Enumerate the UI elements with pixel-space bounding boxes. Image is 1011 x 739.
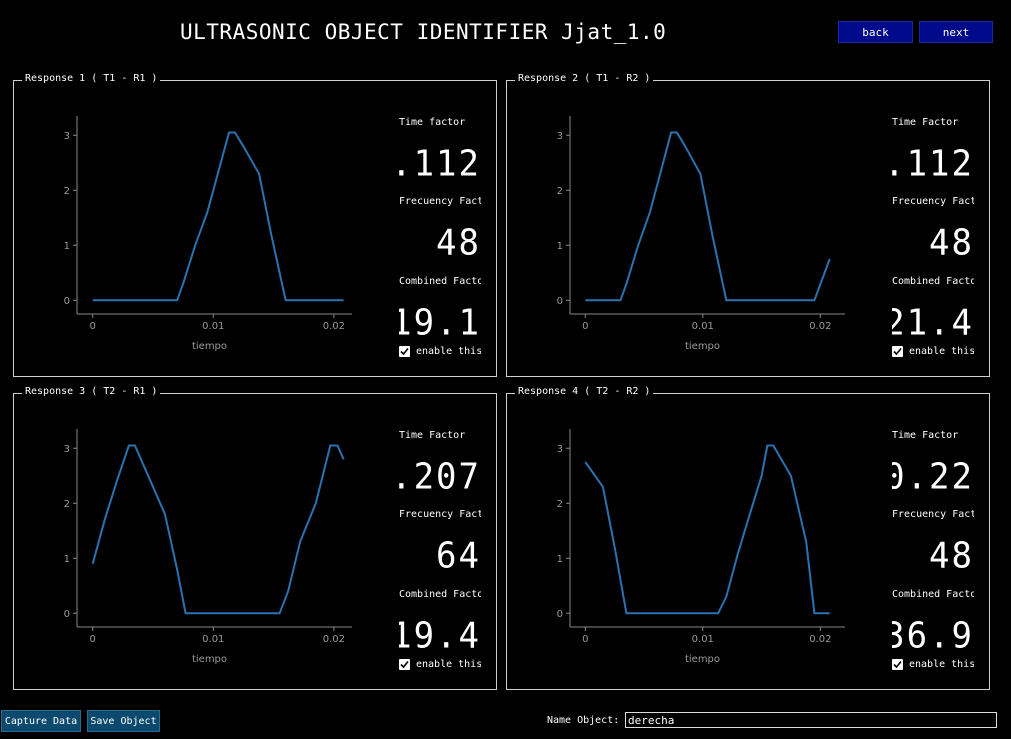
app-title: ULTRASONIC OBJECT IDENTIFIER Jjat_1.0	[180, 20, 667, 44]
factor-readouts: Time Factor 0.22 Frecuency Factor 48 Com…	[892, 394, 974, 689]
time-factor-display: 0.112	[892, 145, 974, 183]
x-tick-label: 0.01	[202, 634, 224, 645]
enable-checkbox-row[interactable]: enable this	[892, 659, 974, 670]
time-factor-display: 0.112	[399, 145, 481, 183]
combined-factor-display: 321.4	[892, 304, 974, 342]
enable-checkbox-row[interactable]: enable this	[399, 659, 481, 670]
y-tick-label: 1	[64, 554, 70, 565]
check-icon	[400, 660, 409, 669]
save-object-button[interactable]: Save Object	[87, 710, 160, 732]
enable-checkbox[interactable]	[892, 659, 903, 670]
y-tick-label: 2	[557, 499, 563, 510]
x-tick-label: 0.01	[202, 321, 224, 332]
time-factor-label: Time Factor	[892, 430, 959, 441]
x-tick-label: 0.02	[323, 321, 345, 332]
next-button[interactable]: next	[919, 21, 993, 43]
x-tick-label: 0.01	[692, 321, 714, 332]
x-tick-label: 0.02	[809, 321, 831, 332]
combined-factor-label: Combined Factor	[399, 589, 481, 600]
x-tick-label: 0.02	[809, 634, 831, 645]
combined-factor-display: 519.4	[399, 617, 481, 655]
frequency-factor-label: Frecuency Factor	[892, 196, 974, 207]
x-axis-label: tiempo	[192, 341, 227, 352]
time-factor-display: 0.207	[399, 458, 481, 496]
combined-factor-display: 319.1	[399, 304, 481, 342]
frequency-factor-display: 64	[436, 537, 481, 575]
response-series-line	[91, 444, 345, 615]
factor-readouts: Time Factor 0.207 Frecuency Factor 64 Co…	[399, 394, 481, 689]
name-object-label: Name Object:	[547, 715, 620, 726]
y-tick-label: 0	[557, 296, 563, 307]
y-tick-label: 2	[557, 186, 563, 197]
enable-label: enable this	[416, 659, 481, 670]
y-tick-label: 2	[64, 186, 70, 197]
time-factor-label: Time Factor	[892, 117, 959, 128]
x-tick-label: 0.02	[323, 634, 345, 645]
combined-factor-label: Combined Factor	[399, 276, 481, 287]
y-tick-label: 0	[557, 609, 563, 620]
frequency-factor-display: 48	[436, 224, 481, 262]
response-panel-3: Response 3 ( T2 - R1 ) 0 1 2 3 0 0.01 0.02 tiem…	[13, 386, 497, 690]
x-tick-label: 0	[89, 634, 95, 645]
y-tick-label: 3	[557, 131, 563, 142]
y-tick-label: 2	[64, 499, 70, 510]
combined-factor-display: 436.9	[892, 617, 974, 655]
check-icon	[400, 347, 409, 356]
check-icon	[893, 660, 902, 669]
combined-factor-label: Combined Factor	[892, 589, 974, 600]
enable-checkbox-row[interactable]: enable this	[892, 346, 974, 357]
factor-readouts: Time factor 0.112 Frecuency Factor 48 Co…	[399, 81, 481, 376]
y-tick-label: 3	[64, 131, 70, 142]
response-chart-1: 0 1 2 3 0 0.01 0.02 tiempo	[64, 116, 352, 352]
frequency-factor-display: 48	[929, 537, 974, 575]
y-tick-label: 1	[557, 554, 563, 565]
enable-label: enable this	[416, 346, 481, 357]
response-panel-4: Response 4 ( T2 - R2 ) 0 1 2 3 0 0.01 0.02 tiem…	[506, 386, 990, 690]
frequency-factor-label: Frecuency Factor	[399, 509, 481, 520]
y-tick-label: 0	[64, 609, 70, 620]
frequency-factor-label: Frecuency Factor	[892, 509, 974, 520]
response-series-line	[585, 131, 831, 302]
response-panel-1: Response 1 ( T1 - R1 ) 0 1 2 3 0 0.01 0.02 tiem…	[13, 73, 497, 377]
x-tick-label: 0.01	[692, 634, 714, 645]
x-tick-label: 0	[582, 634, 588, 645]
frequency-factor-display: 48	[929, 224, 974, 262]
enable-label: enable this	[909, 346, 974, 357]
enable-checkbox[interactable]	[399, 659, 410, 670]
response-series-line	[92, 131, 344, 302]
x-axis-label: tiempo	[685, 654, 720, 665]
enable-checkbox[interactable]	[892, 346, 903, 357]
x-tick-label: 0	[89, 321, 95, 332]
enable-checkbox-row[interactable]: enable this	[399, 346, 481, 357]
response-series-line	[584, 444, 830, 615]
time-factor-label: Time Factor	[399, 430, 466, 441]
check-icon	[893, 347, 902, 356]
time-factor-label: Time factor	[399, 117, 466, 128]
back-button[interactable]: back	[838, 21, 913, 43]
frequency-factor-label: Frecuency Factor	[399, 196, 481, 207]
y-tick-label: 3	[64, 444, 70, 455]
response-panel-2: Response 2 ( T1 - R2 ) 0 1 2 3 0 0.01 0.02 tiem…	[506, 73, 990, 377]
y-tick-label: 1	[557, 241, 563, 252]
response-chart-3: 0 1 2 3 0 0.01 0.02 tiempo	[64, 429, 352, 665]
x-tick-label: 0	[582, 321, 588, 332]
y-tick-label: 3	[557, 444, 563, 455]
enable-checkbox[interactable]	[399, 346, 410, 357]
enable-label: enable this	[909, 659, 974, 670]
y-tick-label: 0	[64, 296, 70, 307]
factor-readouts: Time Factor 0.112 Frecuency Factor 48 Co…	[892, 81, 974, 376]
response-chart-4: 0 1 2 3 0 0.01 0.02 tiempo	[557, 429, 845, 665]
name-object-input[interactable]	[625, 712, 997, 728]
capture-data-button[interactable]: Capture Data	[1, 710, 81, 732]
x-axis-label: tiempo	[685, 341, 720, 352]
combined-factor-label: Combined Factor	[892, 276, 974, 287]
time-factor-display: 0.22	[892, 458, 974, 496]
x-axis-label: tiempo	[192, 654, 227, 665]
y-tick-label: 1	[64, 241, 70, 252]
response-chart-2: 0 1 2 3 0 0.01 0.02 tiempo	[557, 116, 845, 352]
